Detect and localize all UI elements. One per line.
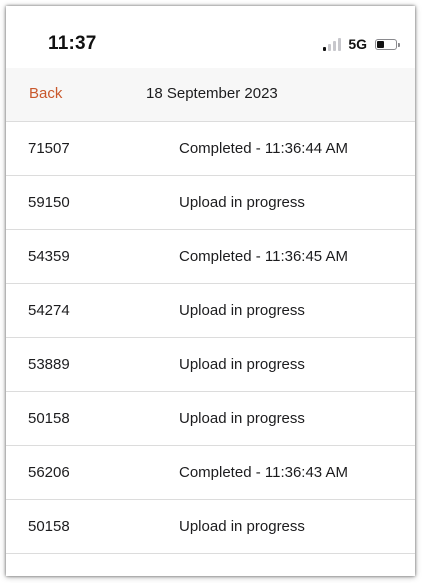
signal-bar: [338, 37, 342, 51]
upload-list: 71507 Completed - 11:36:44 AM 59150 Uplo…: [6, 122, 415, 554]
upload-id: 71507: [28, 140, 70, 157]
phone-screen: 11:37 5G Back 18 September 2023 71507 Co…: [6, 6, 415, 576]
upload-status: Completed - 11:36:45 AM: [179, 248, 348, 265]
signal-bar: [328, 43, 332, 51]
upload-row[interactable]: 71507 Completed - 11:36:44 AM: [6, 122, 415, 176]
upload-status: Upload in progress: [179, 302, 305, 319]
upload-row[interactable]: 59150 Upload in progress: [6, 176, 415, 230]
upload-row[interactable]: 54274 Upload in progress: [6, 284, 415, 338]
upload-id: 53889: [28, 356, 70, 373]
status-indicators: 5G: [323, 36, 400, 52]
upload-status: Upload in progress: [179, 356, 305, 373]
status-time: 11:37: [48, 33, 97, 54]
upload-id: 50158: [28, 410, 70, 427]
upload-row[interactable]: 50158 Upload in progress: [6, 500, 415, 554]
battery-fill: [377, 40, 384, 48]
network-type: 5G: [348, 36, 367, 52]
upload-row[interactable]: 54359 Completed - 11:36:45 AM: [6, 230, 415, 284]
signal-bar: [333, 40, 337, 51]
upload-status: Completed - 11:36:43 AM: [179, 464, 348, 481]
signal-bar: [323, 46, 327, 51]
cellular-signal-icon: [323, 37, 342, 51]
upload-status: Upload in progress: [179, 194, 305, 211]
upload-status: Completed - 11:36:44 AM: [179, 140, 348, 157]
battery-cap: [398, 42, 400, 47]
upload-id: 50158: [28, 518, 70, 535]
upload-status: Upload in progress: [179, 518, 305, 535]
navigation-bar: Back 18 September 2023: [6, 68, 415, 122]
battery-icon: [375, 38, 400, 50]
status-bar: 11:37 5G: [6, 6, 415, 68]
upload-row[interactable]: 53889 Upload in progress: [6, 338, 415, 392]
upload-id: 54274: [28, 302, 70, 319]
upload-row[interactable]: 50158 Upload in progress: [6, 392, 415, 446]
upload-id: 54359: [28, 248, 70, 265]
upload-status: Upload in progress: [179, 410, 305, 427]
upload-id: 56206: [28, 464, 70, 481]
back-button[interactable]: Back: [29, 85, 62, 102]
upload-row[interactable]: 56206 Completed - 11:36:43 AM: [6, 446, 415, 500]
page-title: 18 September 2023: [146, 85, 278, 102]
upload-id: 59150: [28, 194, 70, 211]
